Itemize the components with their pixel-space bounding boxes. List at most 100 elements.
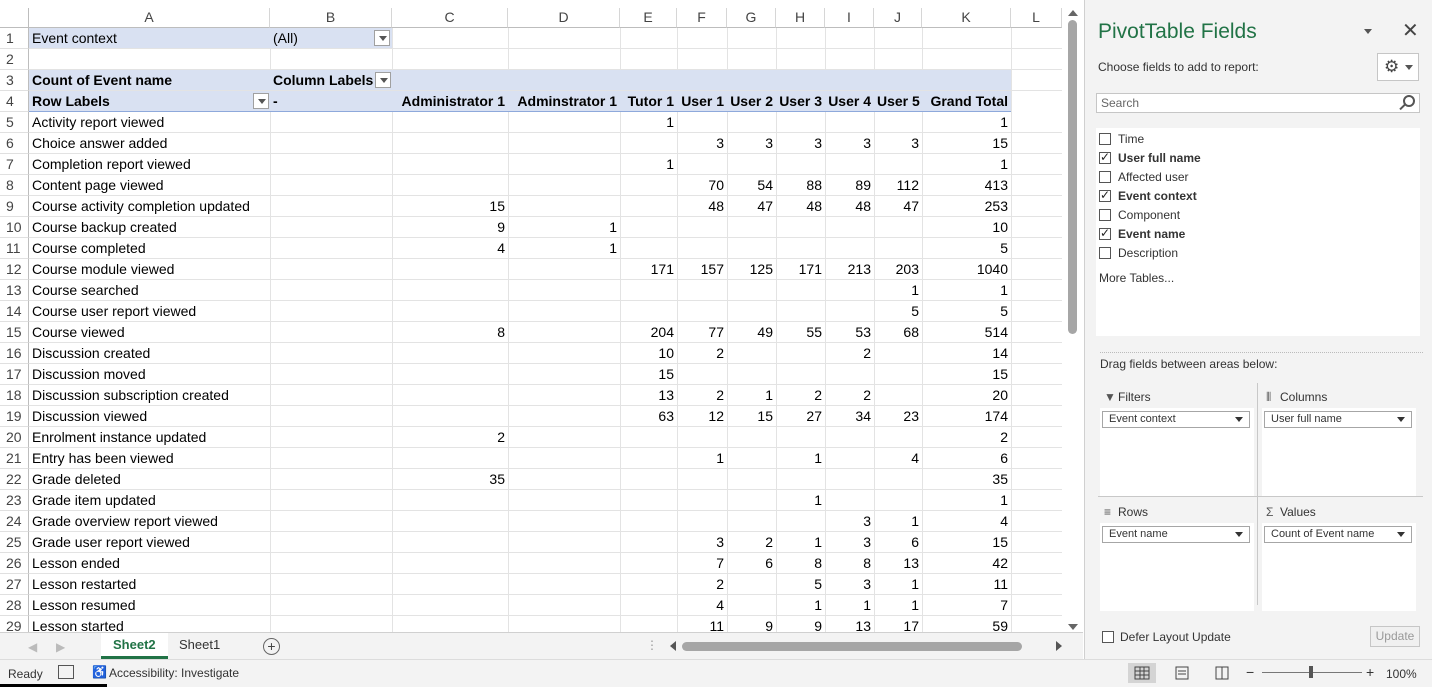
pivot-value-cell[interactable]: 5 [922,301,1011,322]
row-label[interactable]: Discussion viewed [29,406,150,427]
pivot-value-cell[interactable] [727,511,776,532]
pivot-value-cell[interactable]: 3 [776,133,825,154]
pivot-value-cell[interactable] [508,343,620,364]
pivot-value-cell[interactable] [508,301,620,322]
pivot-value-cell[interactable]: 10 [922,217,1011,238]
pivot-value-cell[interactable] [508,490,620,511]
pivot-value-cell[interactable]: 1 [620,112,677,133]
row-label[interactable]: Course activity completion updated [29,196,253,217]
pivot-value-cell[interactable]: 23 [874,406,922,427]
pivot-value-cell[interactable] [825,112,874,133]
pivot-value-cell[interactable]: 3 [727,133,776,154]
pivot-value-cell[interactable]: 213 [825,259,874,280]
pivot-value-cell[interactable]: 3 [874,133,922,154]
row-header[interactable]: 2 [0,49,29,70]
pivot-value-cell[interactable] [677,280,727,301]
pivot-value-cell[interactable] [392,574,508,595]
row-labels-dropdown-button[interactable] [253,93,269,109]
pivot-value-cell[interactable]: 15 [727,406,776,427]
pivot-value-cell[interactable] [776,301,825,322]
row-header[interactable]: 18 [0,385,29,406]
pivot-value-cell[interactable]: 204 [620,322,677,343]
pivot-value-cell[interactable]: 8 [392,322,508,343]
column-labels[interactable]: Column Labels [270,70,376,91]
pivot-value-cell[interactable] [825,448,874,469]
pivot-value-cell[interactable] [508,364,620,385]
select-all-corner[interactable] [0,8,29,28]
pivot-value-cell[interactable]: 2 [677,385,727,406]
row-header[interactable]: 12 [0,259,29,280]
pivot-value-cell[interactable] [727,469,776,490]
column-labels-dropdown-button[interactable] [375,72,391,88]
pivot-value-cell[interactable]: 54 [727,175,776,196]
column-header-a[interactable]: A [29,8,270,28]
update-button[interactable]: Update [1370,626,1420,647]
pane-options-chevron-icon[interactable] [1364,29,1372,34]
scroll-up-arrow[interactable] [1068,10,1078,16]
row-label[interactable]: Course backup created [29,217,180,238]
column-header-b[interactable]: B [270,8,392,28]
pivot-value-cell[interactable]: 13 [620,385,677,406]
pivot-value-cell[interactable] [392,133,508,154]
row-header[interactable]: 25 [0,532,29,553]
pivot-value-cell[interactable]: 6 [727,553,776,574]
row-label[interactable]: Course module viewed [29,259,177,280]
pivot-value-cell[interactable] [392,259,508,280]
pivot-column-header[interactable]: User 4 [825,91,874,112]
rows-area[interactable]: ≡ Rows Event name [1100,505,1258,613]
row-label[interactable]: Choice answer added [29,133,170,154]
pivot-value-cell[interactable]: 47 [874,196,922,217]
pivot-value-cell[interactable]: 27 [776,406,825,427]
pivot-value-cell[interactable]: 70 [677,175,727,196]
pivot-value-cell[interactable] [727,112,776,133]
pivot-value-cell[interactable]: 413 [922,175,1011,196]
pivot-value-cell[interactable] [677,364,727,385]
row-header[interactable]: 26 [0,553,29,574]
accessibility-icon[interactable]: ♿ [92,665,107,679]
close-icon[interactable]: ✕ [1402,18,1419,43]
row-header[interactable]: 24 [0,511,29,532]
pivot-value-cell[interactable] [874,217,922,238]
pivot-value-cell[interactable] [508,322,620,343]
pivot-value-cell[interactable] [776,469,825,490]
pivot-value-cell[interactable] [392,406,508,427]
row-label[interactable]: Grade overview report viewed [29,511,221,532]
column-header-k[interactable]: K [922,8,1011,28]
row-header[interactable]: 17 [0,364,29,385]
row-label[interactable]: Course user report viewed [29,301,199,322]
pivot-value-cell[interactable] [392,112,508,133]
column-header-l[interactable]: L [1011,8,1062,28]
pivot-value-cell[interactable]: 2 [776,385,825,406]
row-label[interactable]: Grade item updated [29,490,159,511]
pivot-value-cell[interactable] [508,112,620,133]
column-header-e[interactable]: E [620,8,677,28]
row-header[interactable]: 22 [0,469,29,490]
column-header-h[interactable]: H [776,8,825,28]
rows-item[interactable]: Event name [1102,526,1250,543]
pivot-value-cell[interactable] [620,427,677,448]
pivot-column-header[interactable]: User 2 [727,91,776,112]
row-header[interactable]: 8 [0,175,29,196]
pivot-value-cell[interactable] [727,490,776,511]
pivot-value-cell[interactable] [776,112,825,133]
pivot-value-cell[interactable] [508,448,620,469]
pivot-value-cell[interactable] [392,490,508,511]
pivot-value-cell[interactable] [508,427,620,448]
defer-checkbox[interactable] [1102,631,1114,643]
pivot-value-cell[interactable] [620,448,677,469]
filters-area[interactable]: ▼ Filters Event context [1100,390,1258,498]
pivot-value-cell[interactable] [508,595,620,616]
pivot-value-cell[interactable] [874,154,922,175]
pivot-value-cell[interactable] [825,490,874,511]
pivot-value-cell[interactable] [727,427,776,448]
pivot-value-cell[interactable] [874,427,922,448]
pivot-value-cell[interactable]: 7 [677,553,727,574]
pivot-value-cell[interactable]: 1 [874,280,922,301]
pivot-value-cell[interactable]: 2 [392,427,508,448]
accessibility-status[interactable]: Accessibility: Investigate [109,666,239,680]
pivot-value-cell[interactable] [508,469,620,490]
row-label[interactable]: Course completed [29,238,149,259]
pivot-value-cell[interactable] [620,217,677,238]
pivot-value-cell[interactable]: 1 [922,490,1011,511]
row-label[interactable]: Grade user report viewed [29,532,193,553]
